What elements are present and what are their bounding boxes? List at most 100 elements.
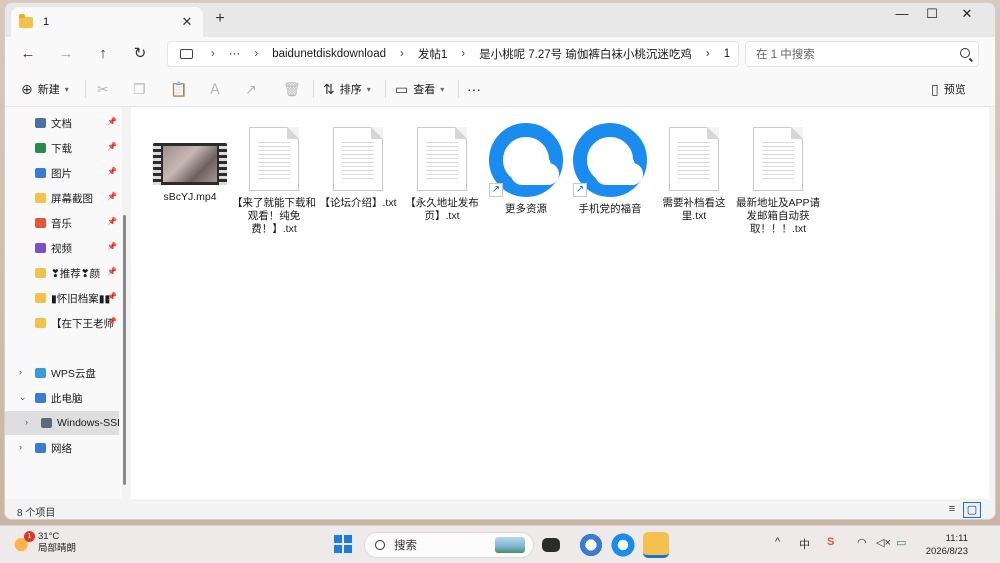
sidebar-tree-item[interactable]: › 网络	[5, 436, 119, 460]
breadcrumb-item[interactable]: 1	[718, 48, 736, 60]
pin-icon[interactable]: 📌	[107, 242, 117, 251]
forward-arrow-icon[interactable]: →	[53, 42, 79, 66]
text-file-icon	[417, 127, 467, 191]
pin-icon[interactable]: 📌	[107, 167, 117, 176]
address-bar[interactable]: › ··· › baidunetdiskdownload › 发帖1 › 是小桃…	[167, 41, 739, 67]
sidebar-item-quick-access[interactable]: 下载 📌	[5, 136, 119, 160]
pin-icon[interactable]: 📌	[107, 142, 117, 151]
new-tab-button[interactable]: +	[210, 10, 230, 28]
sidebar-item-quick-access[interactable]: 视频 📌	[5, 236, 119, 260]
back-arrow-icon[interactable]: ←	[15, 42, 41, 66]
breadcrumb-item[interactable]: baidunetdiskdownload	[266, 48, 392, 60]
file-item[interactable]: 【论坛介绍】.txt	[315, 117, 401, 210]
search-icon	[375, 540, 385, 550]
rename-button[interactable]: Ａ	[208, 79, 227, 99]
pin-icon[interactable]: 📌	[107, 192, 117, 201]
more-options-button[interactable]: ···	[467, 79, 481, 99]
text-file-icon	[249, 127, 299, 191]
address-row: ← → ↑ ↻ › ··· › baidunetdiskdownload › 发…	[5, 37, 995, 71]
baidu-netdisk-icon[interactable]	[578, 532, 604, 558]
sidebar-item-quick-access[interactable]: 屏幕截图 📌	[5, 186, 119, 210]
trash-icon: 🗑	[283, 80, 301, 97]
file-explorer-window: 1 ✕ + — ☐ ✕ ← → ↑ ↻ › ··· › baidunetdisk…	[4, 2, 996, 520]
system-clock[interactable]: 11:11 2026/8/23	[926, 532, 968, 558]
tab-bar: 1 ✕ + — ☐ ✕	[5, 3, 995, 37]
file-item[interactable]: ↗ 手机党的福音	[567, 117, 653, 216]
close-button[interactable]: ✕	[950, 3, 984, 27]
rename-icon: Ａ	[208, 81, 222, 97]
volume-muted-icon[interactable]: ◁×	[876, 536, 891, 549]
chevron-down-icon: ▾	[366, 84, 371, 94]
clock-time: 11:11	[945, 533, 968, 544]
folder-icon	[35, 243, 46, 253]
sidebar-item-quick-access[interactable]: ❣推荐❣颜 📌	[5, 261, 119, 285]
search-highlight-art	[495, 537, 525, 553]
pin-icon[interactable]: 📌	[107, 317, 117, 326]
pin-icon[interactable]: 📌	[107, 117, 117, 126]
start-windows-icon[interactable]	[334, 535, 352, 553]
expand-chevron-icon[interactable]: ›	[19, 442, 22, 452]
input-method-indicator[interactable]: 中	[799, 536, 810, 552]
paste-button[interactable]: 📋	[170, 79, 192, 99]
text-file-icon	[753, 127, 803, 191]
delete-button[interactable]: 🗑	[283, 79, 306, 99]
weather-widget[interactable]: 1 31°C 局部晴朗	[14, 531, 76, 555]
file-explorer-icon[interactable]	[643, 532, 669, 558]
details-view-icon[interactable]: ≡	[943, 502, 961, 518]
file-item[interactable]: 【来了就能下载和观看！纯免费！】.txt	[231, 117, 317, 236]
up-arrow-icon[interactable]: ↑	[90, 42, 116, 66]
tab-close-icon[interactable]: ✕	[179, 14, 195, 30]
pin-icon[interactable]: 📌	[107, 217, 117, 226]
pin-icon[interactable]: 📌	[107, 292, 117, 301]
file-item[interactable]: ↗ 更多资源	[483, 117, 569, 216]
expand-chevron-icon[interactable]: ⌄	[19, 392, 27, 403]
large-icons-view-icon[interactable]: ▢	[963, 502, 981, 518]
breadcrumb-item[interactable]: 是小桃呢 7.27号 瑜伽裤白袜小桃沉迷吃鸡	[473, 46, 698, 62]
sidebar-item-quick-access[interactable]: ▮怀旧档案▮▮ 📌	[5, 286, 119, 310]
taskbar-search[interactable]: 搜索	[364, 532, 534, 558]
battery-charging-icon[interactable]: ▭	[896, 536, 906, 549]
maximize-button[interactable]: ☐	[915, 3, 949, 27]
tab-current-folder[interactable]: 1 ✕	[11, 7, 203, 37]
task-view-icon[interactable]	[542, 538, 560, 552]
sort-button[interactable]: ⇅ 排序 ▾	[323, 79, 371, 99]
sidebar-tree-item[interactable]: › WPS云盘	[5, 361, 119, 385]
file-name: 【永久地址发布页】.txt	[405, 197, 479, 222]
expand-chevron-icon[interactable]: ›	[19, 367, 22, 377]
sidebar-item-quick-access[interactable]: 图片 📌	[5, 161, 119, 185]
view-button[interactable]: ▭ 查看 ▾	[395, 79, 444, 99]
file-item[interactable]: 【永久地址发布页】.txt	[399, 117, 485, 223]
sidebar-tree-item[interactable]: ⌄ 此电脑	[5, 386, 119, 410]
pin-icon[interactable]: 📌	[107, 267, 117, 276]
folder-icon	[35, 268, 46, 278]
browser-icon[interactable]	[610, 532, 636, 558]
file-item[interactable]: 需要补档看这里.txt	[651, 117, 737, 223]
copy-button[interactable]: ❐	[133, 79, 151, 99]
network-icon	[35, 443, 46, 453]
sidebar-item-quick-access[interactable]: 文档 📌	[5, 111, 119, 135]
breadcrumb-item[interactable]: 发帖1	[412, 46, 453, 62]
sidebar-tree-item[interactable]: › Windows-SSD	[5, 411, 119, 435]
new-button-label: 新建	[37, 84, 60, 96]
minimize-button[interactable]: —	[885, 3, 919, 27]
expand-chevron-icon[interactable]: ›	[25, 417, 28, 427]
navigation-scrollbar[interactable]	[122, 107, 128, 499]
new-button[interactable]: ⊕ 新建 ▾	[21, 79, 69, 99]
file-item[interactable]: 最新地址及APP请发邮箱自动获取！！！.txt	[735, 117, 821, 236]
sidebar-item-quick-access[interactable]: 音乐 📌	[5, 211, 119, 235]
show-hidden-icons[interactable]: ^	[775, 536, 780, 548]
sidebar-item-quick-access[interactable]: 【在下王老师 📌	[5, 311, 119, 335]
preview-button[interactable]: ▯ 预览	[931, 79, 966, 99]
monitor-icon: ▭	[395, 80, 409, 97]
cut-button[interactable]: ✂	[97, 79, 114, 99]
share-button[interactable]: ↗	[245, 79, 262, 99]
wps-tray-icon[interactable]: S	[827, 536, 834, 548]
folder-icon	[35, 143, 46, 153]
file-item[interactable]: sBcYJ.mp4	[147, 117, 233, 204]
search-input[interactable]: 在 1 中搜索	[745, 41, 979, 67]
wifi-icon[interactable]: ◠	[857, 536, 867, 549]
breadcrumb-more[interactable]: ···	[223, 48, 247, 60]
scrollbar-thumb[interactable]	[123, 215, 126, 485]
sidebar-item-label: ❣推荐❣颜	[51, 267, 101, 280]
refresh-icon[interactable]: ↻	[127, 42, 153, 66]
